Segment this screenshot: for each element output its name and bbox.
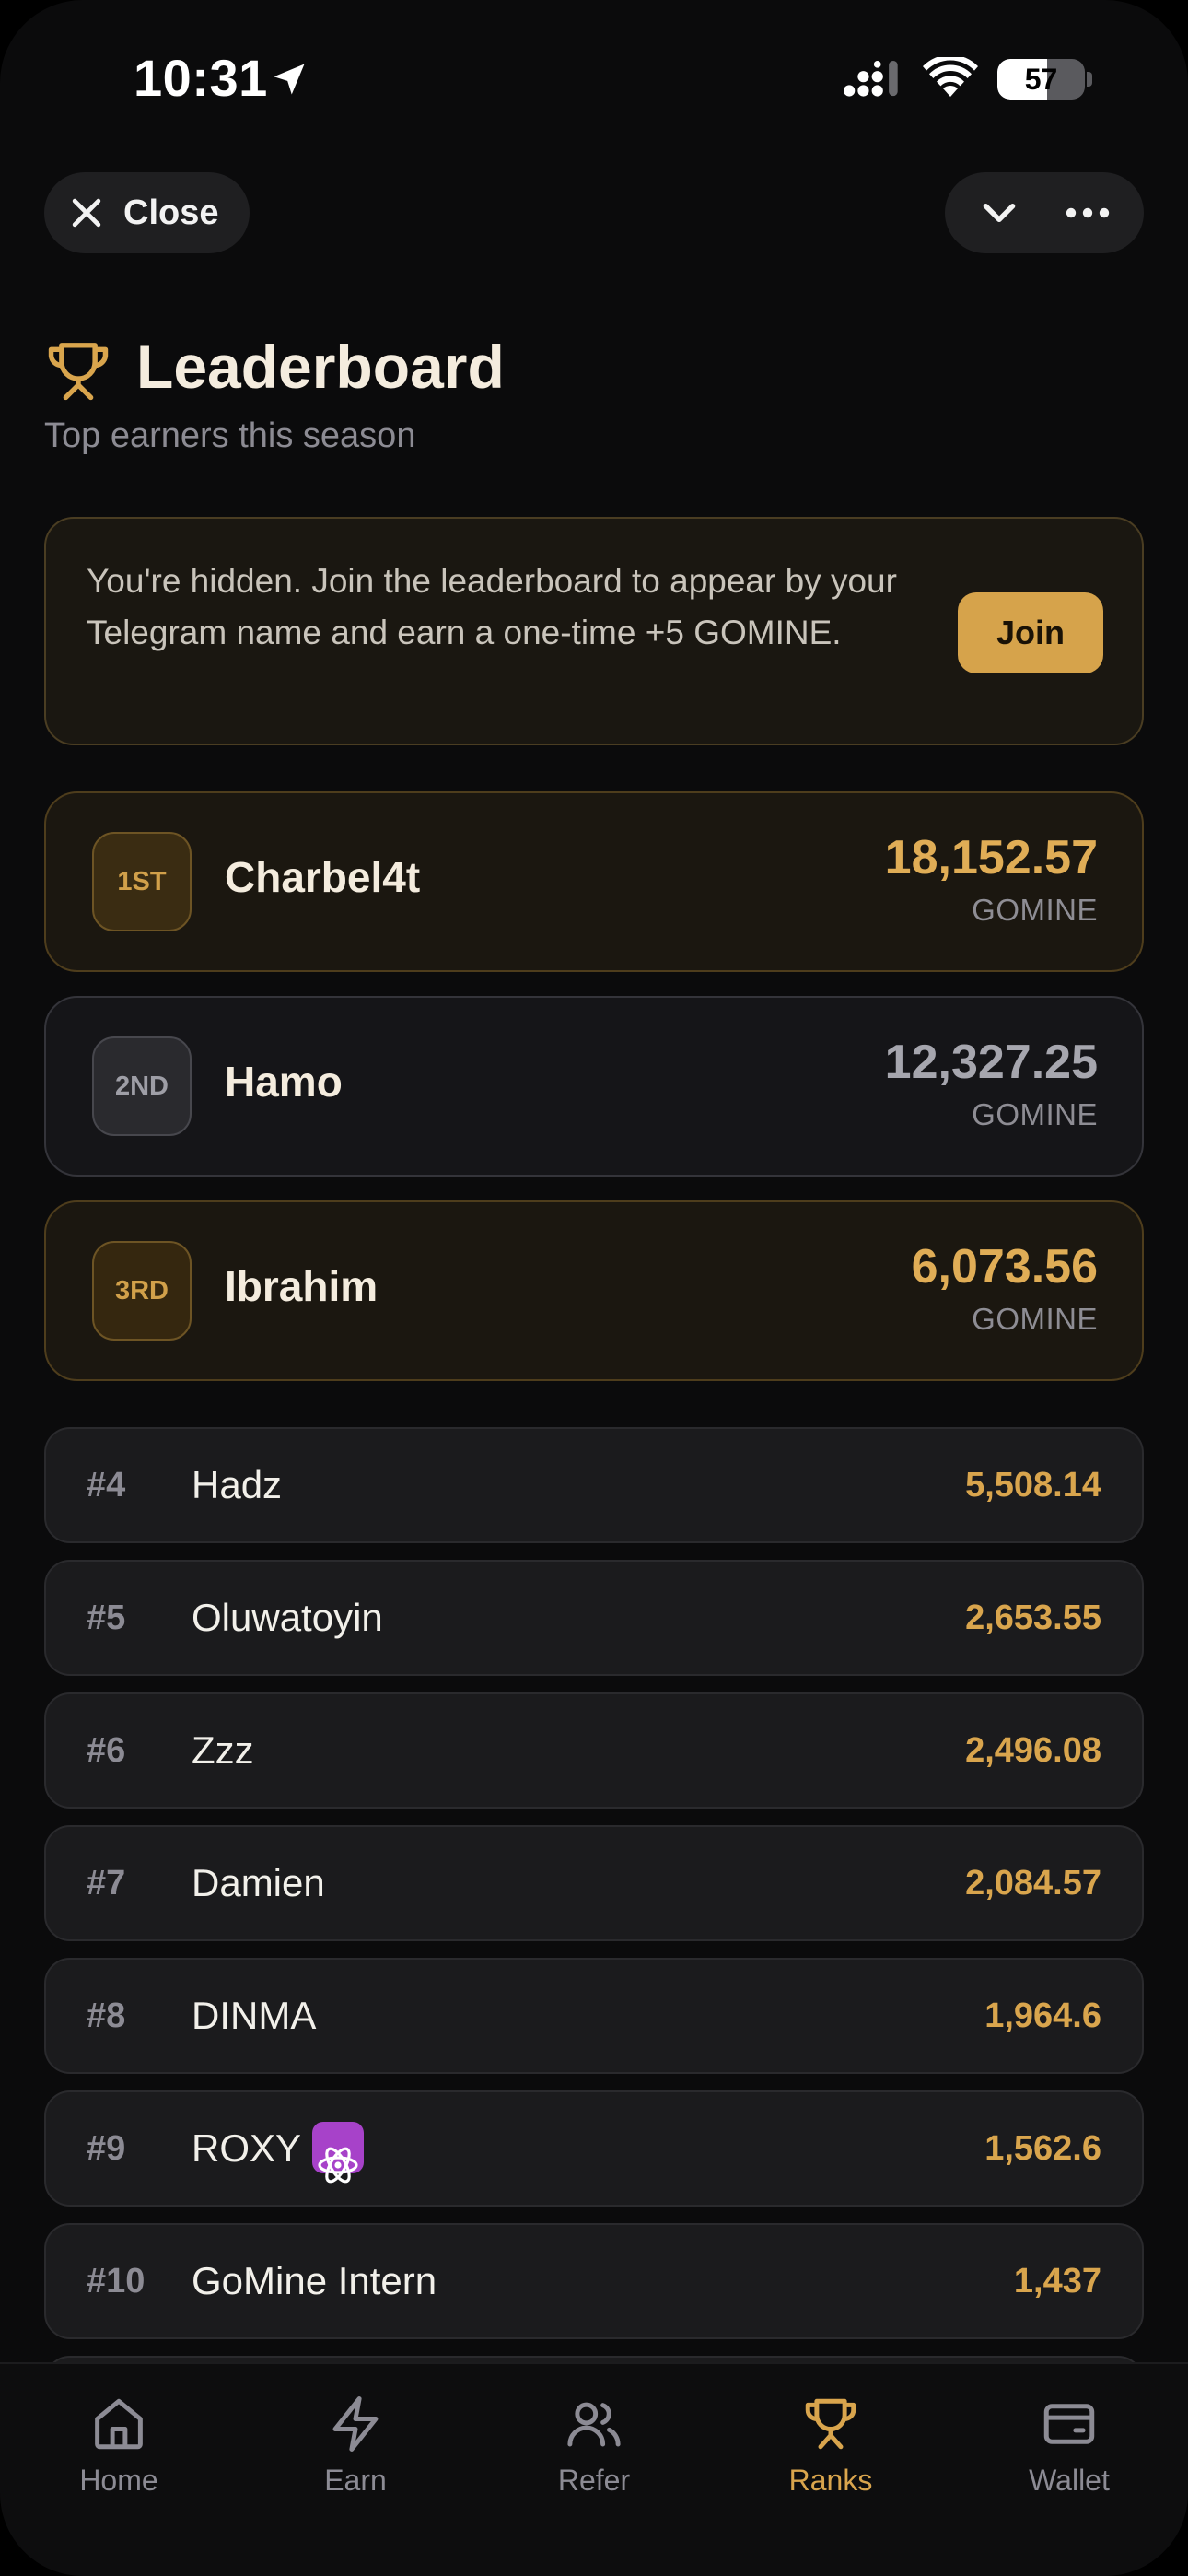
row-earnings: 5,508.14 [965,1466,1101,1505]
battery-level-text: 57 [1024,63,1058,96]
leaderboard-row[interactable]: #9 ROXY 1,562.6 [44,2090,1144,2207]
banner-message: You're hidden. Join the leaderboard to a… [87,562,897,651]
row-rank: #9 [87,2129,126,2168]
close-button[interactable]: Close [44,172,250,253]
users-icon [567,2402,621,2447]
leaderboard-row[interactable]: #6 Zzz 2,496.08 [44,1692,1144,1809]
header-actions-pill [945,172,1144,253]
join-leaderboard-banner: You're hidden. Join the leaderboard to a… [44,517,1144,745]
rank-badge: 2ND [92,1036,192,1136]
row-player-name: DINMA [192,1994,317,2037]
row-player-name: Oluwatoyin [192,1596,383,1639]
tab-label: Home [79,2464,158,2497]
home-icon [95,2398,143,2450]
row-rank: #10 [87,2262,146,2301]
player-name: Ibrahim [225,1262,379,1310]
status-bar: 10:31 57 [0,0,1188,157]
bottom-tab-bar: Home Earn Refer Ranks Wallet [0,2362,1188,2576]
row-earnings: 1,437 [1013,2262,1101,2301]
currency-unit: GOMINE [972,893,1098,927]
row-rank: #8 [87,1996,126,2035]
row-earnings: 1,964.6 [984,1996,1101,2035]
rank-badge: 3RD [92,1241,192,1341]
tab-ranks[interactable]: Ranks [739,2394,923,2498]
podium-entry-first[interactable]: 1ST Charbel4t 18,152.57 GOMINE [44,791,1144,972]
close-icon [72,198,101,228]
page-title: Leaderboard [136,333,505,401]
app-screen: 10:31 57 Close Leaderboard Top earners t… [0,0,1188,2576]
player-name: Hamo [225,1058,343,1106]
cellular-signal-icon [844,61,898,97]
player-name: Charbel4t [225,853,421,901]
rank-badge: 1ST [92,832,192,931]
tab-refer[interactable]: Refer [502,2394,686,2498]
leaderboard-row[interactable]: #5 Oluwatoyin 2,653.55 [44,1560,1144,1676]
row-rank: #6 [87,1731,126,1770]
tab-home[interactable]: Home [27,2394,211,2498]
tab-label: Ranks [788,2464,873,2497]
status-time: 10:31 [134,49,268,107]
tab-label: Refer [557,2464,631,2497]
leaderboard-row[interactable]: #4 Hadz 5,508.14 [44,1427,1144,1543]
player-earnings: 12,327.25 [884,1036,1098,1089]
currency-unit: GOMINE [972,1302,1098,1336]
player-earnings: 6,073.56 [911,1240,1098,1294]
chevron-down-icon[interactable] [976,190,1022,236]
row-player-name: Hadz [192,1463,283,1506]
trophy-icon [48,343,109,401]
battery-cap [1087,72,1092,87]
atom-symbol-icon [312,2121,365,2184]
row-player-name: ROXY [192,2126,302,2170]
leaderboard-row[interactable]: #10 GoMine Intern 1,437 [44,2223,1144,2339]
currency-unit: GOMINE [972,1097,1098,1131]
close-button-label: Close [123,193,219,232]
leaderboard-row[interactable]: #8 DINMA 1,964.6 [44,1958,1144,2074]
join-button[interactable]: Join [958,592,1103,673]
lightning-icon [332,2396,379,2452]
tab-label: Earn [324,2464,387,2497]
more-options-icon[interactable] [1062,190,1113,236]
row-player-name: Damien [192,1861,325,1904]
row-earnings: 2,084.57 [965,1864,1101,1903]
trophy-icon [805,2398,856,2450]
podium-entry-second[interactable]: 2ND Hamo 12,327.25 GOMINE [44,996,1144,1177]
wifi-icon [923,57,978,97]
tab-earn[interactable]: Earn [263,2394,448,2498]
battery-indicator: 57 [997,59,1085,100]
row-rank: #4 [87,1466,126,1505]
location-arrow-icon [274,64,305,95]
row-earnings: 1,562.6 [984,2129,1101,2168]
page-subtitle: Top earners this season [44,416,416,455]
tab-wallet[interactable]: Wallet [977,2394,1161,2498]
tab-label: Wallet [1029,2464,1110,2497]
row-player-name: Zzz [192,1728,254,1772]
podium-entry-third[interactable]: 3RD Ibrahim 6,073.56 GOMINE [44,1200,1144,1381]
row-rank: #7 [87,1864,126,1903]
row-rank: #5 [87,1598,126,1637]
row-earnings: 2,496.08 [965,1731,1101,1770]
player-earnings: 18,152.57 [884,831,1098,884]
leaderboard-row[interactable]: #7 Damien 2,084.57 [44,1825,1144,1941]
row-earnings: 2,653.55 [965,1598,1101,1637]
wallet-icon [1043,2404,1095,2444]
row-player-name-with-emoji: ROXY [192,2092,365,2205]
row-player-name: GoMine Intern [192,2259,437,2302]
